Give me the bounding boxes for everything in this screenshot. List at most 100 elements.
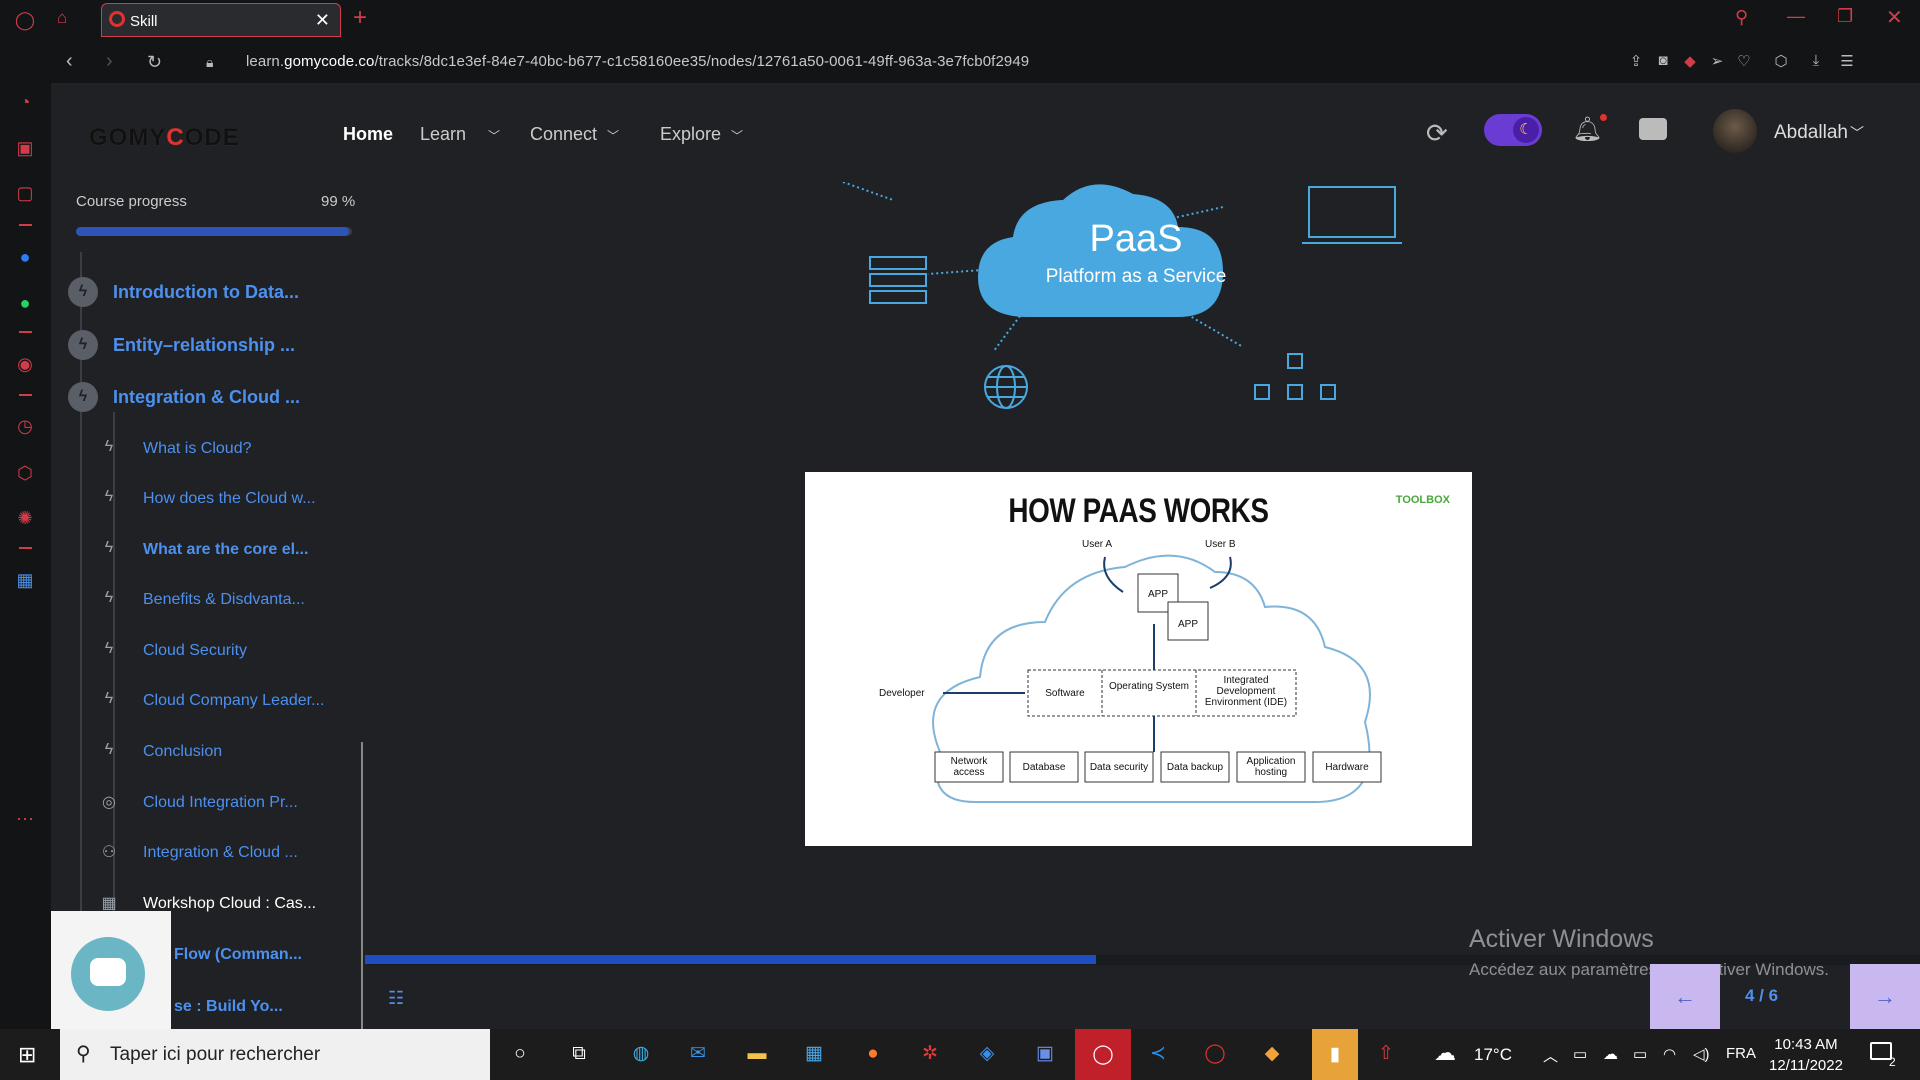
settings-icon[interactable]: ✺ — [12, 505, 38, 531]
address-bar: ‹ › ↻ 🔒︎ learn.gomycode.co/tracks/8dc1e3… — [51, 40, 1920, 84]
store-icon[interactable]: ▦ — [797, 1037, 831, 1071]
notification-dot — [1600, 114, 1607, 121]
whatsapp-icon[interactable]: ● — [12, 290, 38, 316]
wifi-icon[interactable]: ◠ — [1663, 1045, 1676, 1063]
chevron-down-icon: ﹀ — [607, 129, 620, 143]
site-header: GOMYCODE Home Learn ﹀ Connect ﹀ Explore ﹀ ⟳… — [51, 84, 1920, 182]
back-icon[interactable]: ‹ — [66, 50, 73, 73]
avatar[interactable] — [1713, 109, 1757, 153]
language-indicator[interactable]: FRA — [1726, 1045, 1756, 1062]
prev-slide-button[interactable]: ← — [1650, 964, 1720, 1029]
nav-home[interactable]: Home — [343, 124, 393, 145]
box-icon[interactable]: ⬡ — [1772, 52, 1790, 70]
opera-logo-icon[interactable]: ◯ — [12, 7, 38, 33]
bolt-icon: ϟ — [104, 589, 114, 606]
weather-temp[interactable]: 17°C — [1474, 1045, 1512, 1065]
activation-watermark-text: Accédez aux paramètres pour activer Wind… — [1469, 960, 1829, 979]
tab-title: Skill — [130, 13, 158, 30]
taskbar-search[interactable]: ⚲ Taper ici pour rechercher — [60, 1029, 490, 1080]
twitch-icon[interactable]: ▢ — [12, 180, 38, 206]
cloud-subtitle: Platform as a Service — [1045, 266, 1227, 287]
speed-dial-icon[interactable]: ◔ — [12, 89, 38, 115]
vpn-icon[interactable]: ▣ — [1028, 1037, 1062, 1071]
vscode-icon[interactable]: ≺ — [1141, 1037, 1175, 1071]
toolbox-logo: TOOLBOX — [1395, 494, 1450, 506]
search-tabs-icon[interactable]: ⚲ — [1735, 7, 1748, 28]
nav-learn[interactable]: Learn ﹀ — [420, 124, 500, 145]
explorer-icon[interactable]: ▬ — [740, 1037, 774, 1071]
opera-icon[interactable]: ◯ — [1198, 1037, 1232, 1071]
forward-icon[interactable]: › — [106, 50, 113, 73]
chat-icon[interactable] — [1639, 118, 1667, 140]
firefox-icon[interactable]: ● — [856, 1037, 890, 1071]
share-icon[interactable]: ⇪ — [1627, 52, 1645, 70]
taskbar: ⊞ ⚲ Taper ici pour rechercher ○ ⧉ ◍ ✉ ▬ … — [0, 1029, 1920, 1080]
close-icon[interactable]: ✕ — [315, 10, 330, 31]
page-counter: 4 / 6 — [1745, 986, 1779, 1005]
reload-icon[interactable]: ↻ — [147, 52, 162, 73]
nav-connect[interactable]: Connect ﹀ — [530, 124, 619, 145]
lock-icon: 🔒︎ — [206, 54, 214, 70]
mail-icon[interactable]: ✉ — [681, 1037, 715, 1071]
next-slide-button[interactable]: → — [1850, 964, 1920, 1029]
history-icon[interactable]: ◷ — [12, 413, 38, 439]
tab-skill[interactable]: Skill ✕ — [101, 3, 341, 37]
window-close-icon[interactable]: ✕ — [1886, 5, 1903, 30]
bolt-icon: ϟ — [104, 488, 114, 505]
tray-chevron-icon[interactable]: ︿ — [1543, 1045, 1558, 1066]
opera-tab-icon — [109, 11, 125, 27]
cloud-sync-icon[interactable]: ☁ — [1603, 1045, 1618, 1063]
windows-start-icon[interactable]: ⊞ — [18, 1042, 36, 1068]
chat-widget[interactable] — [51, 911, 171, 1029]
sidebar-scrollbar[interactable] — [361, 742, 363, 1029]
defender-icon[interactable]: ◈ — [970, 1037, 1004, 1071]
easy-setup-icon[interactable]: ☰ — [1838, 52, 1856, 70]
gamepad-icon[interactable]: ⌂ — [57, 8, 67, 28]
messenger-icon[interactable]: ● — [12, 244, 38, 270]
bell-icon[interactable]: 🔔︎ — [1572, 115, 1602, 144]
meet-icon[interactable]: ▭ — [1573, 1045, 1587, 1063]
cortana-icon[interactable]: ○ — [503, 1037, 537, 1071]
nav-explore[interactable]: Explore ﹀ — [660, 124, 743, 145]
gomycode-logo[interactable]: GOMYCODE — [89, 124, 240, 152]
task-view-icon[interactable]: ⧉ — [562, 1037, 596, 1071]
chevron-down-icon: ﹀ — [731, 129, 744, 143]
bolt-icon: ϟ — [104, 640, 114, 657]
minimize-icon[interactable]: — — [1787, 6, 1805, 27]
url-field[interactable]: learn.gomycode.co/tracks/8dc1e3ef-84e7-4… — [246, 53, 1029, 70]
briefcase-icon[interactable]: ▣ — [12, 135, 38, 161]
activation-watermark-title: Activer Windows — [1469, 925, 1654, 953]
bolt-icon: ϟ — [68, 382, 98, 412]
outline-icon[interactable]: ☷ — [388, 988, 404, 1009]
files-icon[interactable]: ▮ — [1312, 1029, 1358, 1080]
volume-icon[interactable]: ◁) — [1693, 1045, 1710, 1063]
refresh-icon[interactable]: ⟳ — [1426, 118, 1448, 149]
edge-icon[interactable]: ◍ — [624, 1037, 658, 1071]
download-icon[interactable]: ⤓ — [1807, 52, 1825, 70]
bolt-icon: ϟ — [68, 330, 98, 360]
translate-icon[interactable]: ▦ — [12, 567, 38, 593]
weather-icon[interactable]: ☁ — [1434, 1040, 1456, 1066]
diagram-title: HOW PAAS WORKS — [1008, 492, 1269, 530]
new-tab-button[interactable]: + — [353, 4, 367, 32]
more-icon[interactable]: ⋯ — [12, 806, 38, 832]
battery-icon[interactable]: ▭ — [1633, 1045, 1647, 1063]
git-icon[interactable]: ◆ — [1255, 1037, 1289, 1071]
heart-icon[interactable]: ♡ — [1735, 52, 1753, 70]
opera-gx-icon[interactable]: ◯ — [1075, 1029, 1131, 1080]
player-icon[interactable]: ◉ — [12, 351, 38, 377]
app-icon[interactable]: ✲ — [913, 1037, 947, 1071]
clock[interactable]: 10:43 AM 12/11/2022 — [1769, 1034, 1843, 1076]
bolt-icon: ϟ — [104, 690, 114, 707]
chat-bubble-icon[interactable] — [71, 937, 145, 1011]
send-icon[interactable]: ➢ — [1708, 52, 1726, 70]
theme-toggle[interactable]: ☾ — [1484, 114, 1542, 146]
user-menu[interactable]: Abdallah ﹀ — [1774, 122, 1864, 144]
upload-app-icon[interactable]: ⇧ — [1369, 1037, 1403, 1071]
restore-icon[interactable]: ❐ — [1837, 6, 1853, 27]
camera-icon[interactable]: ◙ — [1654, 52, 1672, 70]
cube-icon[interactable]: ⬡ — [12, 460, 38, 486]
bolt-icon: ϟ — [104, 438, 114, 455]
progress-label: Course progress — [76, 193, 187, 210]
shield-icon[interactable]: ◆ — [1681, 52, 1699, 70]
